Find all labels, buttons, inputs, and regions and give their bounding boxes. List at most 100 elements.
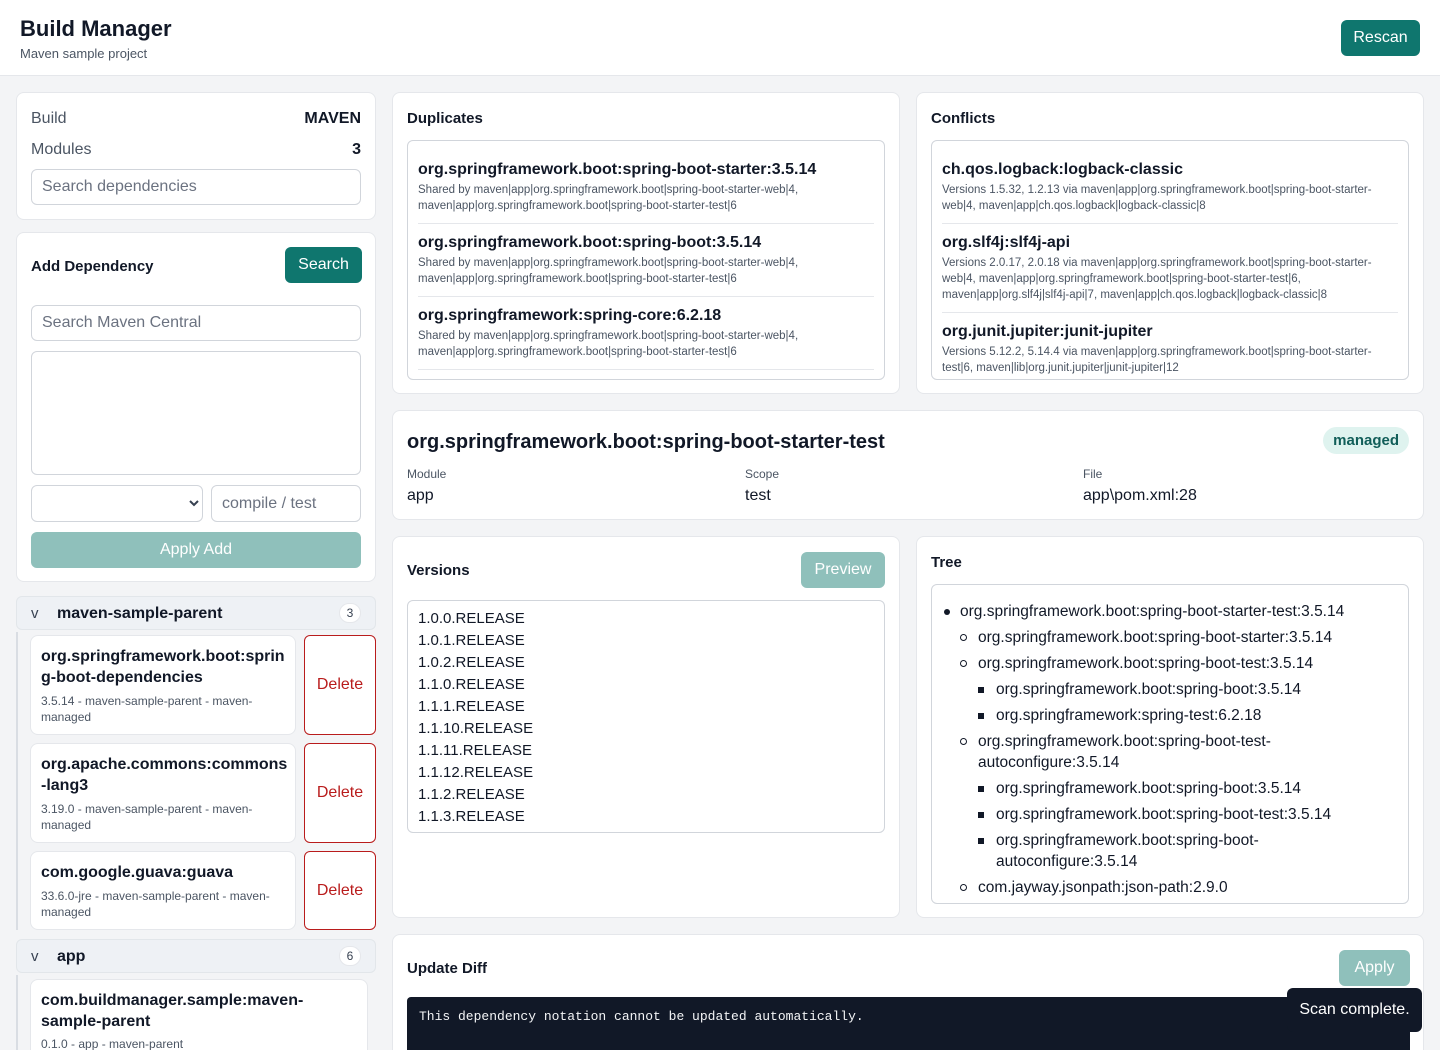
bullet-icon (960, 660, 967, 667)
update-diff-title: Update Diff (407, 960, 487, 977)
app-subtitle: Maven sample project (20, 46, 148, 61)
bullet-icon (960, 884, 967, 891)
dependency-item[interactable]: org.springframework.boot:spring-boot-dep… (30, 635, 296, 735)
toast-notification: Scan complete. (1287, 988, 1422, 1032)
scope-value: test (745, 487, 771, 504)
conflicts-title: Conflicts (931, 110, 996, 127)
version-option[interactable]: 1.0.2.RELEASE (418, 652, 874, 674)
file-value: app\pom.xml:28 (1083, 487, 1197, 504)
version-option[interactable]: 1.1.0.RELEASE (418, 674, 874, 696)
delete-button[interactable]: Delete (304, 851, 376, 930)
scope-input[interactable] (211, 485, 361, 522)
apply-add-button[interactable]: Apply Add (31, 532, 361, 568)
dependency-search-input[interactable] (31, 169, 361, 205)
build-label: Build (31, 110, 67, 127)
scope-label: Scope (745, 467, 780, 481)
tree-node[interactable]: org.springframework.boot:spring-boot-aut… (996, 830, 1296, 872)
tree-node[interactable]: org.springframework.boot:spring-boot-tes… (996, 804, 1331, 825)
conflict-item[interactable]: org.junit.jupiter:junit-jupiter Versions… (942, 313, 1398, 379)
group-indent-line (16, 632, 18, 930)
version-option[interactable]: 1.0.0.RELEASE (418, 608, 874, 630)
duplicates-card: Duplicates org.springframework.boot:spri… (392, 92, 900, 394)
dependency-notation-textarea[interactable] (31, 351, 361, 475)
module-group-name: app (57, 948, 86, 965)
tree-node[interactable]: org.springframework.boot:spring-boot-sta… (960, 601, 1344, 622)
modules-value: 3 (352, 141, 361, 158)
version-option[interactable]: 1.1.2.RELEASE (418, 784, 874, 806)
duplicate-name: org.springframework.boot:spring-boot:3.5… (418, 234, 762, 251)
delete-button[interactable]: Delete (304, 743, 376, 843)
tree-node[interactable]: com.jayway.jsonpath:json-path:2.9.0 (978, 877, 1228, 898)
module-group-header[interactable]: v maven-sample-parent 3 (16, 596, 376, 630)
conflict-description: Versions 1.5.32, 1.2.13 via maven|app|or… (942, 184, 1372, 212)
tree-node[interactable]: org.springframework.boot:spring-boot-tes… (978, 731, 1318, 773)
version-option[interactable]: 1.1.3.RELEASE (418, 806, 874, 828)
versions-title: Versions (407, 562, 470, 579)
maven-central-search-input[interactable] (31, 305, 361, 341)
tree-card: Tree org.springframework.boot:spring-boo… (916, 536, 1424, 918)
tree-node[interactable]: org.springframework.boot:spring-boot:3.5… (996, 679, 1301, 700)
duplicate-item[interactable]: org.springframework.boot:spring-boot:3.5… (418, 224, 874, 297)
version-option[interactable]: 1.1.10.RELEASE (418, 718, 874, 740)
diff-output: This dependency notation cannot be updat… (407, 997, 1410, 1050)
build-value: MAVEN (304, 110, 361, 127)
versions-card: Versions Preview 1.0.0.RELEASE 1.0.1.REL… (392, 536, 900, 918)
summary-card: Build MAVEN Modules 3 (16, 92, 376, 220)
app-header: Build Manager Maven sample project Resca… (0, 0, 1440, 76)
delete-button[interactable]: Delete (304, 635, 376, 735)
bullet-icon (960, 738, 967, 745)
conflict-description: Versions 5.12.2, 5.14.4 via maven|app|or… (942, 346, 1372, 374)
file-label: File (1083, 467, 1103, 481)
tree-node[interactable]: org.springframework.boot:spring-boot:3.5… (996, 778, 1301, 799)
chevron-down-icon: v (31, 948, 39, 965)
conflicts-card: Conflicts ch.qos.logback:logback-classic… (916, 92, 1424, 394)
tree-node[interactable]: org.springframework.boot:spring-boot-sta… (978, 627, 1332, 648)
group-indent-line (16, 975, 18, 1050)
dependency-name: org.apache.commons:commons-lang3 (41, 756, 288, 794)
search-button[interactable]: Search (285, 247, 362, 283)
conflict-item[interactable]: org.slf4j:slf4j-api Versions 2.0.17, 2.0… (942, 224, 1398, 313)
duplicate-description: Shared by maven|app|org.springframework.… (418, 184, 799, 212)
version-option[interactable]: 1.1.11.RELEASE (418, 740, 874, 762)
duplicate-item[interactable]: org.springframework.boot:spring-boot-sta… (418, 141, 874, 224)
conflict-item[interactable]: ch.qos.logback:logback-classic Versions … (942, 141, 1398, 224)
bullet-icon (978, 687, 984, 693)
duplicate-item[interactable]: org.springframework:spring-core:6.2.18 S… (418, 297, 874, 370)
module-value: app (407, 487, 434, 504)
duplicate-description: Shared by maven|app|org.springframework.… (418, 257, 799, 285)
managed-badge: managed (1323, 427, 1409, 454)
dependency-meta: 3.19.0 - maven-sample-parent - maven-man… (41, 802, 253, 832)
module-select[interactable] (31, 485, 203, 522)
bullet-icon (978, 812, 984, 818)
tree-node[interactable]: org.springframework:spring-test:6.2.18 (996, 705, 1261, 726)
tree-title: Tree (931, 554, 962, 571)
duplicate-description: Shared by maven|app|org.springframework.… (418, 330, 799, 358)
module-group-name: maven-sample-parent (57, 605, 223, 622)
dependency-meta: 33.6.0-jre - maven-sample-parent - maven… (41, 889, 270, 919)
add-dependency-title: Add Dependency (31, 258, 154, 275)
tree-node[interactable]: org.springframework.boot:spring-boot-tes… (978, 653, 1313, 674)
version-option[interactable]: 1.1.1.RELEASE (418, 696, 874, 718)
version-option[interactable]: 1.0.1.RELEASE (418, 630, 874, 652)
conflict-description: Versions 2.0.17, 2.0.18 via maven|app|or… (942, 257, 1372, 301)
dependency-name: org.springframework.boot:spring-boot-dep… (41, 648, 285, 686)
dependency-tree[interactable]: org.springframework.boot:spring-boot-sta… (931, 584, 1409, 904)
dependency-detail-card: org.springframework.boot:spring-boot-sta… (392, 410, 1424, 520)
bullet-icon (944, 609, 950, 615)
conflicts-list[interactable]: ch.qos.logback:logback-classic Versions … (931, 140, 1409, 380)
bullet-icon (978, 838, 984, 844)
apply-button[interactable]: Apply (1339, 950, 1410, 986)
rescan-button[interactable]: Rescan (1341, 20, 1420, 56)
module-group-count: 6 (339, 946, 361, 966)
diff-message: This dependency notation cannot be updat… (419, 1009, 864, 1024)
versions-list[interactable]: 1.0.0.RELEASE 1.0.1.RELEASE 1.0.2.RELEAS… (407, 600, 885, 833)
dependency-name: com.google.guava:guava (41, 864, 234, 881)
version-option[interactable]: 1.1.12.RELEASE (418, 762, 874, 784)
dependency-item[interactable]: org.apache.commons:commons-lang3 3.19.0 … (30, 743, 296, 843)
dependency-item[interactable]: com.buildmanager.sample:maven-sample-par… (30, 979, 368, 1050)
dependency-item[interactable]: com.google.guava:guava 33.6.0-jre - mave… (30, 851, 296, 930)
dependency-name: com.buildmanager.sample:maven-sample-par… (41, 992, 304, 1030)
module-group-header[interactable]: v app 6 (16, 939, 376, 973)
duplicates-list[interactable]: org.springframework.boot:spring-boot-sta… (407, 140, 885, 380)
preview-button[interactable]: Preview (801, 552, 885, 588)
